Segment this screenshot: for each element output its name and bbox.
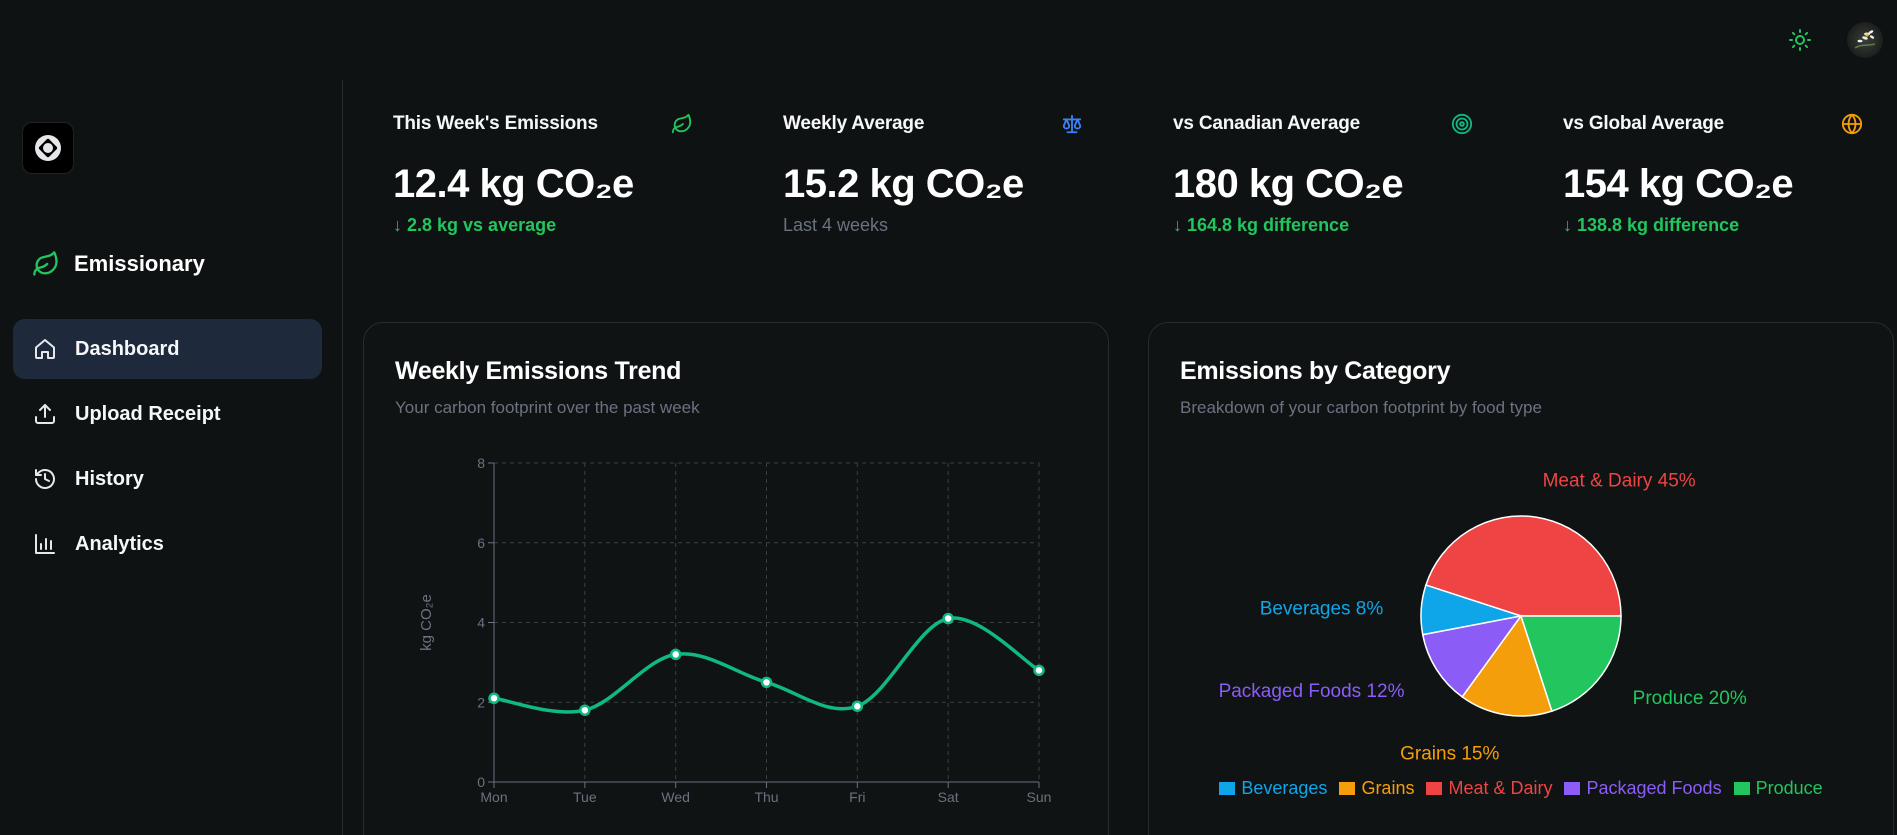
sidebar-item-analytics[interactable]: Analytics [13, 514, 322, 574]
slice-label: Produce 20% [1633, 688, 1747, 709]
sidebar-item-label: Upload Receipt [75, 402, 221, 425]
legend-swatch [1219, 782, 1236, 795]
stat-subtext: Last 4 weeks [783, 215, 889, 235]
x-tick-label: Sat [938, 789, 959, 805]
legend-swatch [1426, 782, 1443, 795]
stat-value: 12.4 kg CO₂e [393, 162, 634, 206]
scale-icon [1062, 114, 1082, 134]
legend-item[interactable]: Beverages [1219, 778, 1327, 799]
x-tick-label: Fri [849, 789, 865, 805]
stat-card-canadian-average: vs Canadian Average 180 kg CO₂e ↓ 164.8 … [1173, 110, 1473, 236]
sidebar-item-dashboard[interactable]: Dashboard [13, 319, 322, 379]
stat-subtext: ↓ 2.8 kg vs average [393, 215, 557, 235]
sun-icon [1789, 29, 1811, 51]
stat-subtext: ↓ 164.8 kg difference [1173, 215, 1350, 235]
data-point [579, 704, 591, 716]
stat-value: 15.2 kg CO₂e [783, 162, 1024, 206]
flower-avatar-icon [1854, 30, 1876, 49]
category-pie-chart: Meat & Dairy 45% Beverages 8% Packaged Foo… [1219, 471, 1747, 763]
slice-label: Packaged Foods 12% [1219, 681, 1405, 702]
app-logo[interactable] [22, 122, 74, 174]
theme-toggle-button[interactable] [1783, 23, 1817, 57]
weekly-trend-line-chart: 0 2 4 6 8 Mon Tue Wed Thu Fri Sat Sun kg CO₂e [418, 455, 1052, 805]
stat-subtext: ↓ 138.8 kg difference [1563, 215, 1740, 235]
data-point [1033, 664, 1045, 677]
stat-title: vs Canadian Average [1173, 113, 1360, 134]
legend-item[interactable]: Packaged Foods [1564, 778, 1722, 799]
pie-legend: Beverages Grains Meat & Dairy Packaged Food… [1149, 778, 1893, 799]
y-tick-label: 6 [477, 535, 485, 551]
slice-label: Meat & Dairy 45% [1543, 471, 1696, 492]
y-tick-label: 2 [477, 694, 485, 710]
y-tick-label: 0 [477, 774, 485, 790]
brand: Emissionary [32, 250, 205, 278]
data-point [669, 648, 682, 661]
legend-swatch [1339, 782, 1356, 795]
stat-title: vs Global Average [1563, 113, 1724, 134]
leaf-icon [671, 113, 692, 134]
legend-label: Beverages [1241, 778, 1328, 798]
legend-item[interactable]: Produce [1733, 778, 1823, 799]
data-point [851, 700, 864, 712]
stat-title: Weekly Average [783, 113, 925, 134]
stat-value: 154 kg CO₂e [1563, 162, 1794, 206]
topbar-controls [1783, 22, 1883, 58]
sidebar-item-label: Analytics [75, 532, 164, 555]
stat-card-global-average: vs Global Average 154 kg CO₂e ↓ 138.8 kg… [1563, 110, 1863, 236]
legend-item[interactable]: Grains [1339, 778, 1414, 799]
sidebar-item-upload-receipt[interactable]: Upload Receipt [13, 384, 322, 444]
bar-chart-icon [35, 534, 55, 554]
upload-icon [35, 404, 55, 424]
sidebar-item-history[interactable]: History [13, 449, 322, 509]
sidebar-nav: Dashboard Upload Receipt History Analyti… [13, 319, 322, 579]
slice-label: Grains 15% [1400, 743, 1499, 763]
data-point [760, 676, 773, 689]
weekly-trend-card: Weekly Emissions Trend Your carbon footp… [363, 322, 1109, 835]
legend-swatch [1733, 782, 1750, 795]
category-card: Emissions by Category Breakdown of your … [1148, 322, 1894, 835]
target-icon [1451, 113, 1473, 135]
data-point [942, 612, 954, 625]
sidebar-item-label: History [75, 467, 144, 490]
stat-title: This Week's Emissions [393, 113, 598, 134]
stats-row: This Week's Emissions 12.4 kg CO₂e ↓ 2.8… [393, 110, 1863, 250]
stat-card-this-week: This Week's Emissions 12.4 kg CO₂e ↓ 2.8… [393, 110, 693, 236]
history-icon [35, 469, 55, 489]
logo-icon [35, 135, 61, 161]
legend-label: Produce [1755, 778, 1823, 798]
legend-item[interactable]: Meat & Dairy [1426, 778, 1552, 799]
legend-label: Packaged Foods [1586, 778, 1722, 798]
sidebar: Emissionary Dashboard Upload Receipt His… [0, 80, 343, 835]
legend-label: Meat & Dairy [1448, 778, 1553, 798]
home-icon [35, 339, 55, 359]
stat-card-weekly-average: Weekly Average 15.2 kg CO₂e Last 4 weeks [783, 110, 1083, 236]
sidebar-item-label: Dashboard [75, 337, 180, 360]
x-tick-label: Mon [480, 789, 507, 805]
leaf-icon [33, 251, 58, 276]
user-avatar[interactable] [1847, 22, 1883, 58]
data-point [488, 692, 500, 705]
x-tick-label: Thu [754, 789, 778, 805]
x-tick-label: Tue [573, 789, 597, 805]
brand-name: Emissionary [74, 251, 205, 276]
slice-label: Beverages 8% [1260, 598, 1384, 619]
x-tick-label: Wed [661, 789, 690, 805]
x-tick-label: Sun [1027, 789, 1052, 805]
y-tick-label: 4 [477, 615, 485, 631]
legend-label: Grains [1361, 778, 1415, 798]
globe-icon [1841, 113, 1863, 135]
stat-value: 180 kg CO₂e [1173, 162, 1404, 206]
y-tick-label: 8 [477, 455, 485, 471]
legend-swatch [1564, 782, 1581, 795]
y-axis-label: kg CO₂e [418, 594, 435, 651]
